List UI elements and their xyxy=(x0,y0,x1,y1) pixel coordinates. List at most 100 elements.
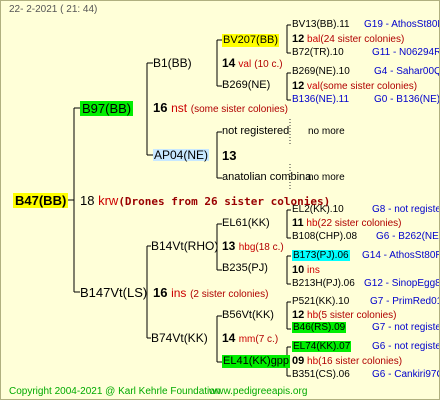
gen3-b14vt-abbr: hbg xyxy=(238,242,256,253)
gen5-b269-ref: G4 - Sahar00Q xyxy=(374,66,440,77)
gen5-p521-ref: G7 - PrimRed01 xyxy=(370,296,440,307)
gen3-b74vt-note: (7 c.) xyxy=(255,334,279,345)
gen5-bal-abbr: bal xyxy=(307,34,321,45)
gen5-el74-row: EL74(KK).07 G6 - not registe xyxy=(292,341,439,352)
gen5-bal-note: (24 sister colonies) xyxy=(320,34,405,45)
footer-copyright: Copyright 2004-2021 @ Karl Kehrle Founda… xyxy=(9,386,221,397)
gen4-el61-id: EL61(KK) xyxy=(222,217,270,229)
gen5-el74-id: EL74(KK).07 xyxy=(292,341,352,352)
gen4-bv207-line: 14 val (10 c.) xyxy=(222,57,283,70)
gen5-b213h-id: B213H(PJ).06 xyxy=(292,278,355,289)
gen3-b74vt-line: 14 mm(7 c.) xyxy=(222,332,278,345)
gen2-top-gen: 16 xyxy=(153,100,168,115)
gen5-el41-row: 09 hb(16 sister colonies) xyxy=(292,356,402,367)
gen2-bottom-note: (2 sister colonies) xyxy=(190,289,269,300)
gen5-b213h-ref: G12 - SinopEgg86R xyxy=(364,278,439,289)
gen2-top-abbr: nst xyxy=(171,101,188,115)
gen5-b46-id: B46(RS).09 xyxy=(292,322,347,333)
gen5-b72-id: B72(TR).10 xyxy=(292,47,344,58)
gen5-val-row: 12 val(some sister colonies) xyxy=(292,81,417,92)
gen2-top-id-box: B97(BB) xyxy=(80,101,134,116)
gen5-b56vt-abbr: hb xyxy=(307,310,319,321)
gen5-p521-id: P521(KK).10 xyxy=(292,296,350,307)
gen2-bottom-line: 16 ins (2 sister colonies) xyxy=(153,286,268,300)
gen3-ap04-gen: 13 xyxy=(222,148,237,163)
gen5-el41-gen: 09 xyxy=(292,355,305,367)
gen5-b351-id: B351(CS).06 xyxy=(292,369,350,380)
gen3-b74vt-gen: 14 xyxy=(222,331,236,345)
gen3-ap04-id: AP04(NE) xyxy=(153,148,210,162)
gen5-b351-ref: G6 - Cankiri97Q xyxy=(372,369,440,380)
gen5-ins-row: 10 ins xyxy=(292,265,320,276)
gen3-b14vt-note: (18 c.) xyxy=(255,242,284,253)
gen5-ins-abbr: ins xyxy=(307,265,320,276)
gen5-b46-ref: G7 - not registe xyxy=(372,322,440,333)
gen5-el2-id: EL2(KK).10 xyxy=(292,204,344,215)
gen4-b56vt-id: B56Vt(KK) xyxy=(222,309,274,321)
gen5-b136-row: B136(NE).11 G0 - B136(NE) xyxy=(292,94,439,105)
gen5-el61-note: (22 sister colonies) xyxy=(317,218,402,229)
gen2-bottom-abbr: ins xyxy=(171,286,187,300)
gen5-b269-row: B269(NE).10 G4 - Sahar00Q xyxy=(292,66,439,77)
gen5-b56vt-gen: 12 xyxy=(292,309,305,321)
gen4-b269-id: B269(NE) xyxy=(222,79,271,91)
gen4-b235-id: B235(PJ) xyxy=(222,262,268,274)
gen4-bv207-note: (10 c.) xyxy=(254,59,283,70)
gen5-b136-ref: G0 - B136(NE) xyxy=(374,94,440,105)
gen5-el2-ref: G8 - not registe xyxy=(372,204,440,215)
gen5-bv13-id: BV13(BB).11 xyxy=(292,19,350,30)
root-gen: 18 xyxy=(80,193,95,208)
gen5-b269-id: B269(NE).10 xyxy=(292,66,350,77)
gen5-b108-id: B108(CHP).08 xyxy=(292,231,358,242)
gen4-anatolian-combina: anatolian combina xyxy=(222,171,312,183)
gen5-b173-row: B173(PJ).06 G14 - AthosSt80R xyxy=(292,250,439,261)
gen5-b108-row: B108(CHP).08 G6 - B262(NE) xyxy=(292,231,439,242)
gen3-b74vt-id: B74Vt(KK) xyxy=(151,331,208,345)
gen5-bv13-row: BV13(BB).11 G19 - AthosSt80R xyxy=(292,19,439,30)
gen5-p521-row: P521(KK).10 G7 - PrimRed01 xyxy=(292,296,439,307)
header-datetime: 22- 2-2021 ( 21: 44) xyxy=(9,4,98,15)
gen5-val-note: (some sister colonies) xyxy=(319,81,418,92)
gen5-bal-row: 12 bal(24 sister colonies) xyxy=(292,34,404,45)
gen5-no-more-2: no more xyxy=(308,172,345,183)
gen5-b108-ref: G6 - B262(NE) xyxy=(376,231,440,242)
gen4-not-registered: not registered xyxy=(222,125,290,137)
gen5-b72-row: B72(TR).10 G11 - N06294R xyxy=(292,47,439,58)
gen5-b56vt-row: 12 hb(5 sister colonies) xyxy=(292,310,397,321)
gen5-el61-gen: 11 xyxy=(292,217,304,229)
gen4-bv207-id-box: BV207(BB) xyxy=(222,34,280,47)
gen3-b14vt-id: B14Vt(RHO) xyxy=(151,239,219,253)
gen5-el61-abbr: hb xyxy=(306,218,318,229)
gen5-el41-abbr: hb xyxy=(307,356,319,367)
gen4-bv207-gen: 14 xyxy=(222,56,236,70)
root-abbr: krw xyxy=(98,193,119,208)
gen5-b213h-row: B213H(PJ).06 G12 - SinopEgg86R xyxy=(292,278,439,289)
gen5-el74-ref: G6 - not registe xyxy=(372,341,440,352)
gen5-el61-row: 11 hb(22 sister colonies) xyxy=(292,218,401,229)
gen2-top-note: (some sister colonies) xyxy=(190,104,288,115)
gen5-b351-row: B351(CS).06 G6 - Cankiri97Q xyxy=(292,369,439,380)
gen3-b1-id: B1(BB) xyxy=(153,56,192,70)
footer-website-link[interactable]: www.pedigreeapis.org xyxy=(209,387,307,397)
gen5-b173-ref: G14 - AthosSt80R xyxy=(362,250,440,261)
gen5-b46-row: B46(RS).09 G7 - not registe xyxy=(292,322,439,333)
gen3-b74vt-abbr: mm xyxy=(238,334,256,345)
gen5-b136-id: B136(NE).11 xyxy=(292,94,350,105)
gen5-bv13-ref: G19 - AthosSt80R xyxy=(364,19,440,30)
gen2-top-line: 16 nst (some sister colonies) xyxy=(153,101,288,115)
gen5-b56vt-note: (5 sister colonies) xyxy=(318,310,397,321)
gen5-ins-gen: 10 xyxy=(292,264,305,276)
gen5-bal-gen: 12 xyxy=(292,33,305,45)
gen3-b14vt-gen: 13 xyxy=(222,239,236,253)
gen5-el2-row: EL2(KK).10 G8 - not registe xyxy=(292,204,439,215)
gen3-b14vt-line: 13 hbg(18 c.) xyxy=(222,240,284,253)
root-id-box: B47(BB) xyxy=(13,193,69,208)
gen2-bottom-gen: 16 xyxy=(153,285,168,300)
gen4-bv207-abbr: val xyxy=(238,59,252,70)
pedigree-page: 22- 2-2021 ( 21: 44) B47(BB) 18 krw(Dron… xyxy=(0,0,440,400)
gen5-no-more-1: no more xyxy=(308,126,345,137)
gen5-val-gen: 12 xyxy=(292,80,305,92)
gen5-val-abbr: val xyxy=(307,81,320,92)
gen4-el41-id-box: EL41(KK)gpp xyxy=(222,355,291,368)
gen2-bottom-id: B147Vt(LS) xyxy=(80,285,148,300)
